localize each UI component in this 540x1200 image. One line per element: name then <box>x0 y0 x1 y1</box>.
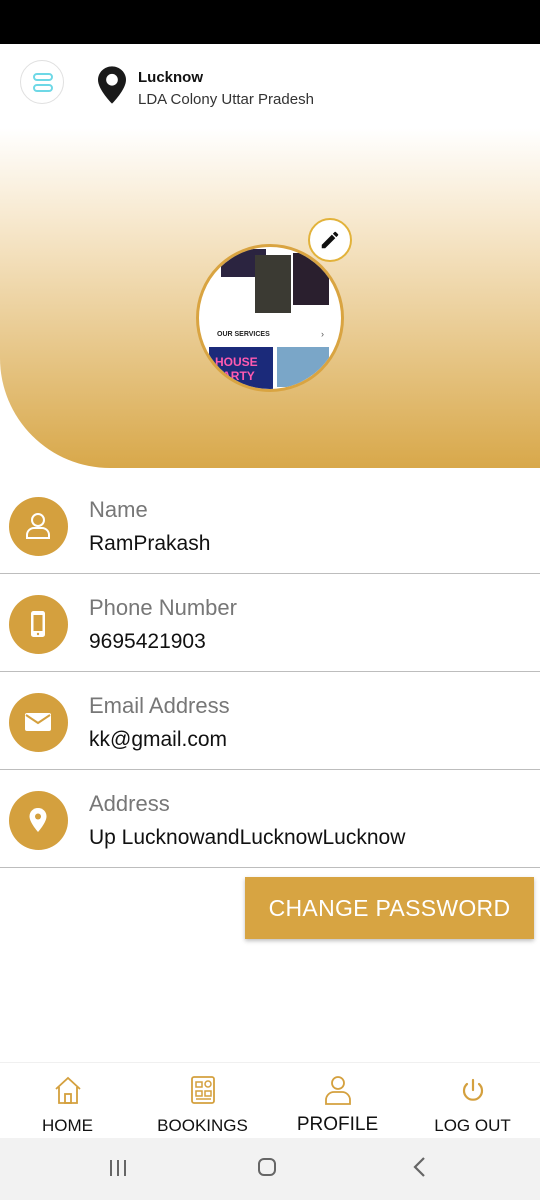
phone-value: 9695421903 <box>89 630 206 653</box>
nav-logout[interactable]: LOG OUT <box>405 1063 540 1139</box>
change-password-button[interactable]: CHANGE PASSWORD <box>245 877 534 939</box>
location-pin-icon <box>98 66 126 104</box>
city-name: Lucknow <box>138 69 204 86</box>
avatar-services-label: OUR SERVICES <box>217 331 270 338</box>
profile-icon <box>324 1076 351 1105</box>
bottom-nav: HOME BOOKINGS PROFILE LOG OUT <box>0 1062 540 1139</box>
address-label: Address <box>89 791 170 816</box>
profile-avatar: OUR SERVICES › HOUSE PARTY <box>196 244 344 392</box>
system-nav-bar <box>0 1138 540 1200</box>
nav-profile-label: PROFILE <box>296 1114 379 1135</box>
phone-label: Phone Number <box>89 595 237 620</box>
address-row: Address Up LucknowandLucknowLucknow <box>0 771 540 868</box>
location-icon <box>29 808 47 832</box>
power-icon <box>462 1078 483 1101</box>
name-label: Name <box>89 497 148 522</box>
nav-home-label: HOME <box>42 1116 93 1135</box>
address-value: Up LucknowandLucknowLucknow <box>89 826 406 849</box>
menu-button[interactable] <box>20 60 64 104</box>
bookings-icon <box>190 1076 215 1104</box>
email-value: kk@gmail.com <box>89 728 228 751</box>
nav-home[interactable]: HOME <box>0 1063 135 1139</box>
email-row: Email Address kk@gmail.com <box>0 673 540 770</box>
status-bar <box>0 0 540 44</box>
chevron-right-icon: › <box>321 329 324 339</box>
avatar-neon-text: HOUSE PARTY <box>215 355 258 383</box>
name-value: RamPrakash <box>89 532 211 555</box>
nav-bookings-label: BOOKINGS <box>157 1116 248 1135</box>
home-icon <box>54 1076 81 1104</box>
home-nav-icon[interactable] <box>258 1158 276 1176</box>
name-row: Name RamPrakash <box>0 477 540 574</box>
edit-photo-button[interactable] <box>308 218 352 262</box>
user-icon <box>26 513 50 539</box>
app-header: Lucknow LDA Colony Uttar Pradesh <box>0 44 540 128</box>
email-label: Email Address <box>89 693 230 718</box>
phone-row: Phone Number 9695421903 <box>0 575 540 672</box>
pencil-icon <box>321 231 339 249</box>
locality-name: LDA Colony Uttar Pradesh <box>138 91 314 108</box>
phone-icon <box>31 611 45 637</box>
nav-profile[interactable]: PROFILE <box>270 1063 405 1139</box>
nav-logout-label: LOG OUT <box>434 1116 511 1135</box>
mail-icon <box>25 713 51 731</box>
recents-icon[interactable] <box>108 1158 128 1178</box>
menu-icon <box>33 73 53 81</box>
back-icon[interactable] <box>410 1156 430 1178</box>
nav-bookings[interactable]: BOOKINGS <box>135 1063 270 1139</box>
